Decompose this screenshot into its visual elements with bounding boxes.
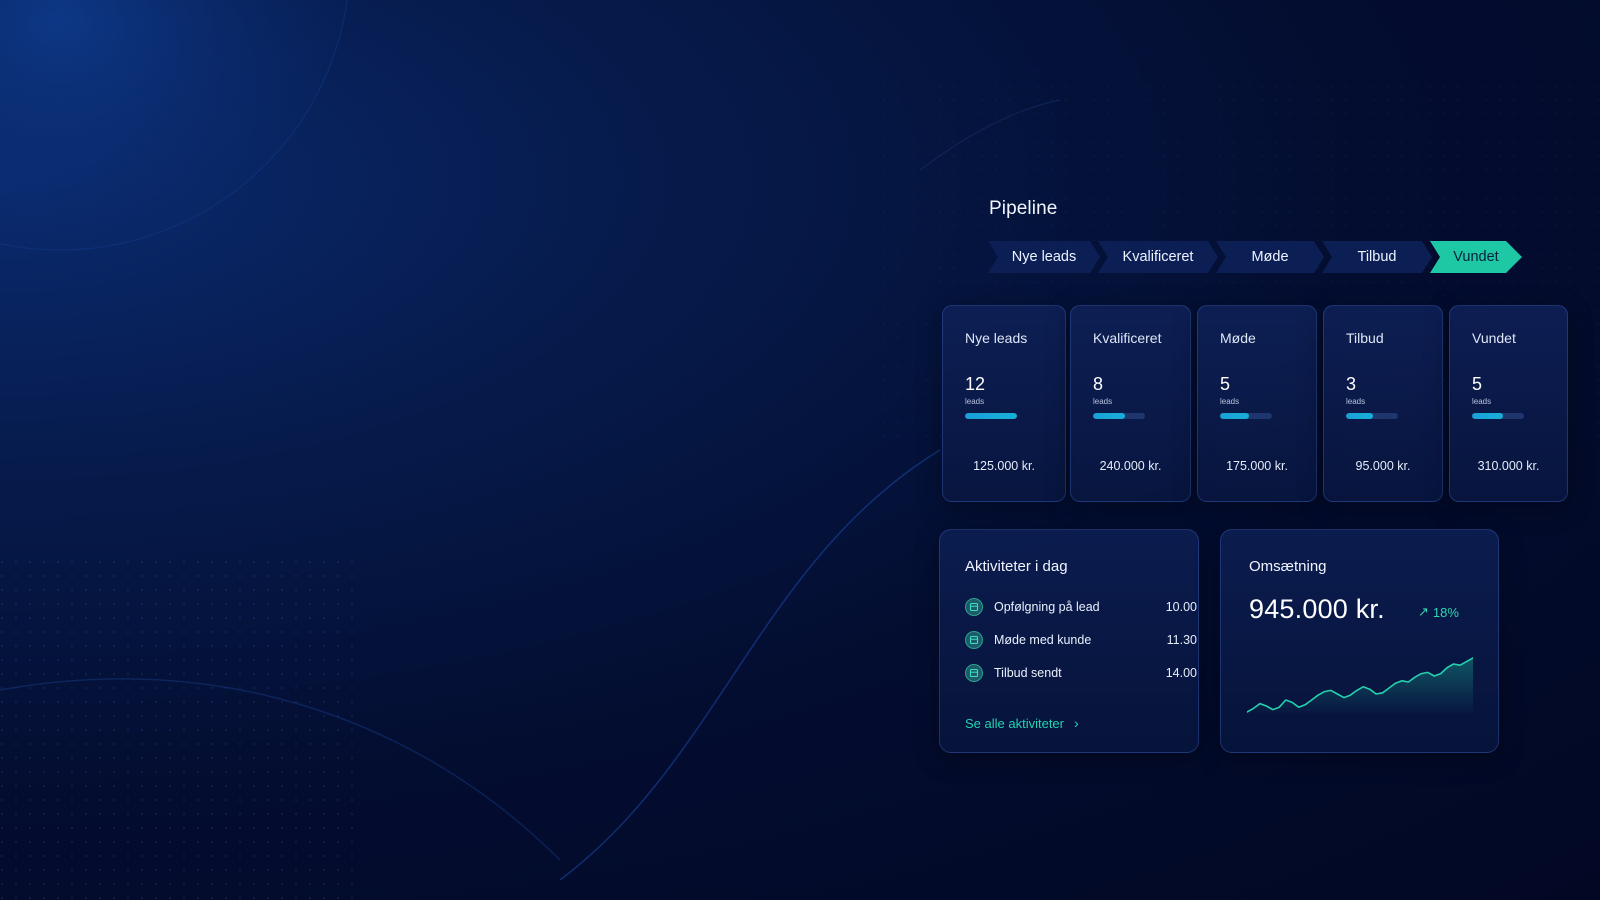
step-label: Møde (1251, 249, 1289, 265)
revenue-title: Omsætning (1249, 558, 1327, 575)
calendar-icon (965, 598, 983, 616)
stage-progress-bar (965, 413, 1017, 419)
trend-up-icon: ↗ (1418, 604, 1429, 619)
stage-amount: 95.000 kr. (1355, 459, 1411, 473)
stage-card-kvalificeret[interactable]: Kvalificeret 8 leads 240.000 kr. (1070, 305, 1191, 502)
stage-progress-fill (1093, 413, 1126, 419)
stage-title: Kvalificeret (1093, 330, 1162, 346)
activities-title: Aktiviteter i dag (965, 558, 1068, 575)
activities-panel: Aktiviteter i dag Opfølgning på lead 10.… (939, 529, 1199, 753)
stage-progress-fill (1346, 413, 1374, 419)
calendar-icon (965, 631, 983, 649)
step-kvalificeret[interactable]: Kvalificeret (1098, 241, 1218, 273)
pipeline-stepper: Nye leads Kvalificeret Møde Tilbud Vunde… (988, 241, 1533, 273)
step-tilbud[interactable]: Tilbud (1322, 241, 1432, 273)
stage-unit: leads (1220, 397, 1240, 406)
activity-item[interactable]: Opfølgning på lead 10.00 (965, 596, 1197, 618)
activity-time: 14.00 (1165, 666, 1197, 680)
revenue-sparkline (1247, 657, 1473, 715)
stage-amount: 125.000 kr. (973, 459, 1035, 473)
stage-progress-fill (1472, 413, 1504, 419)
calendar-icon (965, 664, 983, 682)
stage-unit: leads (1472, 397, 1492, 406)
stage-unit: leads (1346, 397, 1366, 406)
pipeline-title: Pipeline (989, 198, 1058, 219)
stage-count: 3 (1346, 374, 1357, 394)
stage-count: 8 (1093, 374, 1104, 394)
trend-percentage: 18% (1432, 604, 1459, 620)
activity-item[interactable]: Møde med kunde 11.30 (965, 629, 1197, 651)
stage-card-moede[interactable]: Møde 5 leads 175.000 kr. (1197, 305, 1317, 502)
stage-card-vundet[interactable]: Vundet 5 leads 310.000 kr. (1449, 305, 1568, 502)
activity-time: 11.30 (1166, 633, 1197, 647)
stage-count: 5 (1472, 374, 1483, 394)
activity-label: Tilbud sendt (994, 666, 1062, 680)
stage-count: 12 (965, 374, 986, 394)
stage-title: Tilbud (1346, 330, 1384, 346)
chevron-right-icon: › (1074, 715, 1079, 731)
stage-title: Vundet (1472, 330, 1516, 346)
stage-progress-fill (1220, 413, 1249, 419)
stage-progress-fill (965, 413, 1017, 419)
stage-card-tilbud[interactable]: Tilbud 3 leads 95.000 kr. (1323, 305, 1443, 502)
stage-progress-bar (1346, 413, 1398, 419)
stage-title: Nye leads (965, 330, 1028, 346)
activity-label: Opfølgning på lead (994, 600, 1100, 614)
activity-item[interactable]: Tilbud sendt 14.00 (965, 662, 1197, 684)
see-all-activities-link[interactable]: Se alle aktiviteter › (965, 715, 1079, 731)
stage-amount: 175.000 kr. (1226, 459, 1288, 473)
revenue-trend: ↗ 18% (1418, 604, 1459, 620)
stage-amount: 240.000 kr. (1099, 459, 1162, 473)
stage-progress-bar (1220, 413, 1272, 419)
stage-card-nye-leads[interactable]: Nye leads 12 leads 125.000 kr. (942, 305, 1066, 502)
stage-progress-bar (1093, 413, 1145, 419)
stage-unit: leads (965, 397, 985, 406)
stage-count: 5 (1220, 374, 1231, 394)
step-label: Tilbud (1357, 249, 1397, 265)
see-all-label: Se alle aktiviteter (965, 715, 1064, 731)
stage-title: Møde (1220, 330, 1256, 346)
step-label: Nye leads (1011, 249, 1077, 265)
revenue-panel: Omsætning 945.000 kr. ↗ 18% (1220, 529, 1499, 753)
step-label: Kvalificeret (1122, 249, 1194, 265)
step-label: Vundet (1453, 249, 1499, 265)
step-nye-leads[interactable]: Nye leads (988, 241, 1100, 273)
crm-dashboard: Pipeline Nye leads Kvalificeret Møde Til… (0, 0, 1600, 900)
stage-unit: leads (1093, 397, 1113, 406)
activity-time: 10.00 (1165, 600, 1197, 614)
revenue-value: 945.000 kr. (1249, 594, 1385, 624)
step-vundet[interactable]: Vundet (1430, 241, 1522, 273)
stage-progress-bar (1472, 413, 1524, 419)
stage-amount: 310.000 kr. (1477, 459, 1540, 473)
activity-label: Møde med kunde (994, 633, 1092, 647)
step-moede[interactable]: Møde (1216, 241, 1324, 273)
